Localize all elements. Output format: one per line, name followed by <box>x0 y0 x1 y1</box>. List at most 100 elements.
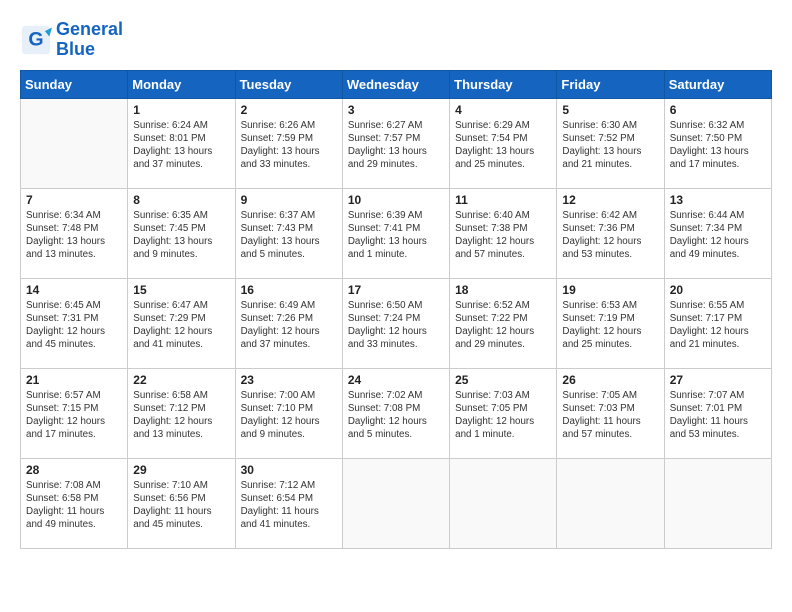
weekday-header-wednesday: Wednesday <box>342 70 449 98</box>
calendar-cell <box>21 98 128 188</box>
day-info: Sunrise: 7:12 AM Sunset: 6:54 PM Dayligh… <box>241 479 337 532</box>
calendar-cell: 20Sunrise: 6:55 AM Sunset: 7:17 PM Dayli… <box>664 278 771 368</box>
calendar-cell: 27 Sunrise: 7:07 AM Sunset: 7:01 PM Dayli… <box>664 368 771 458</box>
day-info: Sunrise: 6:32 AM Sunset: 7:50 PM Dayligh… <box>670 119 766 172</box>
day-info: Sunrise: 6:26 AM Sunset: 7:59 PM Dayligh… <box>241 119 337 172</box>
day-number: 18 <box>455 283 551 297</box>
calendar-cell: 26Sunrise: 7:05 AM Sunset: 7:03 PM Dayli… <box>557 368 664 458</box>
calendar-cell: 5 Sunrise: 6:30 AM Sunset: 7:52 PM Daylig… <box>557 98 664 188</box>
day-info: Sunrise: 6:34 AM Sunset: 7:48 PM Dayligh… <box>26 209 122 262</box>
day-info: Sunrise: 6:42 AM Sunset: 7:36 PM Dayligh… <box>562 209 658 262</box>
day-number: 7 <box>26 193 122 207</box>
calendar-cell: 1 Sunrise: 6:24 AM Sunset: 8:01 PM Daylig… <box>128 98 235 188</box>
logo: G General Blue <box>20 20 123 60</box>
day-number: 6 <box>670 103 766 117</box>
weekday-header-monday: Monday <box>128 70 235 98</box>
logo-icon: G <box>20 24 52 56</box>
calendar-cell <box>557 458 664 548</box>
day-info: Sunrise: 6:47 AM Sunset: 7:29 PM Dayligh… <box>133 299 229 352</box>
day-info: Sunrise: 6:29 AM Sunset: 7:54 PM Dayligh… <box>455 119 551 172</box>
day-info: Sunrise: 7:02 AM Sunset: 7:08 PM Dayligh… <box>348 389 444 442</box>
day-info: Sunrise: 6:30 AM Sunset: 7:52 PM Dayligh… <box>562 119 658 172</box>
day-info: Sunrise: 6:35 AM Sunset: 7:45 PM Dayligh… <box>133 209 229 262</box>
calendar-cell: 7 Sunrise: 6:34 AM Sunset: 7:48 PM Daylig… <box>21 188 128 278</box>
logo-text: General Blue <box>56 20 123 60</box>
calendar-cell: 16 Sunrise: 6:49 AM Sunset: 7:26 PM Dayli… <box>235 278 342 368</box>
calendar-cell: 19 Sunrise: 6:53 AM Sunset: 7:19 PM Dayli… <box>557 278 664 368</box>
day-number: 22 <box>133 373 229 387</box>
day-number: 12 <box>562 193 658 207</box>
day-number: 10 <box>348 193 444 207</box>
calendar-cell: 13 Sunrise: 6:44 AM Sunset: 7:34 PM Dayli… <box>664 188 771 278</box>
day-info: Sunrise: 6:50 AM Sunset: 7:24 PM Dayligh… <box>348 299 444 352</box>
day-info: Sunrise: 6:24 AM Sunset: 8:01 PM Dayligh… <box>133 119 229 172</box>
day-info: Sunrise: 6:39 AM Sunset: 7:41 PM Dayligh… <box>348 209 444 262</box>
calendar-cell: 4 Sunrise: 6:29 AM Sunset: 7:54 PM Daylig… <box>450 98 557 188</box>
day-info: Sunrise: 6:57 AM Sunset: 7:15 PM Dayligh… <box>26 389 122 442</box>
day-number: 19 <box>562 283 658 297</box>
calendar-cell: 10 Sunrise: 6:39 AM Sunset: 7:41 PM Dayli… <box>342 188 449 278</box>
day-info: Sunrise: 6:45 AM Sunset: 7:31 PM Dayligh… <box>26 299 122 352</box>
calendar-cell: 12 Sunrise: 6:42 AM Sunset: 7:36 PM Dayli… <box>557 188 664 278</box>
day-info: Sunrise: 6:55 AM Sunset: 7:17 PM Dayligh… <box>670 299 766 352</box>
calendar-cell: 6 Sunrise: 6:32 AM Sunset: 7:50 PM Daylig… <box>664 98 771 188</box>
calendar-cell: 24 Sunrise: 7:02 AM Sunset: 7:08 PM Dayli… <box>342 368 449 458</box>
calendar-cell <box>342 458 449 548</box>
calendar: SundayMondayTuesdayWednesdayThursdayFrid… <box>20 70 772 549</box>
calendar-cell: 25 Sunrise: 7:03 AM Sunset: 7:05 PM Dayli… <box>450 368 557 458</box>
day-number: 8 <box>133 193 229 207</box>
calendar-cell: 29Sunrise: 7:10 AM Sunset: 6:56 PM Dayli… <box>128 458 235 548</box>
day-info: Sunrise: 7:00 AM Sunset: 7:10 PM Dayligh… <box>241 389 337 442</box>
day-number: 13 <box>670 193 766 207</box>
calendar-cell <box>450 458 557 548</box>
calendar-cell: 18 Sunrise: 6:52 AM Sunset: 7:22 PM Dayli… <box>450 278 557 368</box>
day-info: Sunrise: 6:53 AM Sunset: 7:19 PM Dayligh… <box>562 299 658 352</box>
day-number: 24 <box>348 373 444 387</box>
weekday-header-saturday: Saturday <box>664 70 771 98</box>
day-number: 21 <box>26 373 122 387</box>
day-info: Sunrise: 6:40 AM Sunset: 7:38 PM Dayligh… <box>455 209 551 262</box>
calendar-cell: 28Sunrise: 7:08 AM Sunset: 6:58 PM Dayli… <box>21 458 128 548</box>
day-info: Sunrise: 6:27 AM Sunset: 7:57 PM Dayligh… <box>348 119 444 172</box>
calendar-cell: 23 Sunrise: 7:00 AM Sunset: 7:10 PM Dayli… <box>235 368 342 458</box>
calendar-cell: 11Sunrise: 6:40 AM Sunset: 7:38 PM Dayli… <box>450 188 557 278</box>
day-number: 16 <box>241 283 337 297</box>
day-info: Sunrise: 6:49 AM Sunset: 7:26 PM Dayligh… <box>241 299 337 352</box>
calendar-cell: 15 Sunrise: 6:47 AM Sunset: 7:29 PM Dayli… <box>128 278 235 368</box>
day-info: Sunrise: 7:03 AM Sunset: 7:05 PM Dayligh… <box>455 389 551 442</box>
day-number: 1 <box>133 103 229 117</box>
calendar-cell <box>664 458 771 548</box>
weekday-header-tuesday: Tuesday <box>235 70 342 98</box>
day-number: 9 <box>241 193 337 207</box>
day-number: 4 <box>455 103 551 117</box>
day-number: 5 <box>562 103 658 117</box>
day-info: Sunrise: 6:37 AM Sunset: 7:43 PM Dayligh… <box>241 209 337 262</box>
day-number: 23 <box>241 373 337 387</box>
calendar-cell: 3 Sunrise: 6:27 AM Sunset: 7:57 PM Daylig… <box>342 98 449 188</box>
day-number: 2 <box>241 103 337 117</box>
calendar-cell: 14 Sunrise: 6:45 AM Sunset: 7:31 PM Dayli… <box>21 278 128 368</box>
day-number: 14 <box>26 283 122 297</box>
day-number: 25 <box>455 373 551 387</box>
calendar-cell: 2 Sunrise: 6:26 AM Sunset: 7:59 PM Daylig… <box>235 98 342 188</box>
calendar-cell: 17 Sunrise: 6:50 AM Sunset: 7:24 PM Dayli… <box>342 278 449 368</box>
weekday-header-sunday: Sunday <box>21 70 128 98</box>
day-number: 3 <box>348 103 444 117</box>
calendar-cell: 8 Sunrise: 6:35 AM Sunset: 7:45 PM Daylig… <box>128 188 235 278</box>
day-info: Sunrise: 7:07 AM Sunset: 7:01 PM Dayligh… <box>670 389 766 442</box>
day-number: 27 <box>670 373 766 387</box>
day-info: Sunrise: 6:58 AM Sunset: 7:12 PM Dayligh… <box>133 389 229 442</box>
weekday-header-friday: Friday <box>557 70 664 98</box>
day-info: Sunrise: 6:52 AM Sunset: 7:22 PM Dayligh… <box>455 299 551 352</box>
day-number: 29 <box>133 463 229 477</box>
calendar-cell: 22 Sunrise: 6:58 AM Sunset: 7:12 PM Dayli… <box>128 368 235 458</box>
day-number: 26 <box>562 373 658 387</box>
day-number: 28 <box>26 463 122 477</box>
day-number: 30 <box>241 463 337 477</box>
day-number: 17 <box>348 283 444 297</box>
day-number: 15 <box>133 283 229 297</box>
day-info: Sunrise: 6:44 AM Sunset: 7:34 PM Dayligh… <box>670 209 766 262</box>
calendar-cell: 21 Sunrise: 6:57 AM Sunset: 7:15 PM Dayli… <box>21 368 128 458</box>
calendar-cell: 30 Sunrise: 7:12 AM Sunset: 6:54 PM Dayli… <box>235 458 342 548</box>
calendar-cell: 9 Sunrise: 6:37 AM Sunset: 7:43 PM Daylig… <box>235 188 342 278</box>
